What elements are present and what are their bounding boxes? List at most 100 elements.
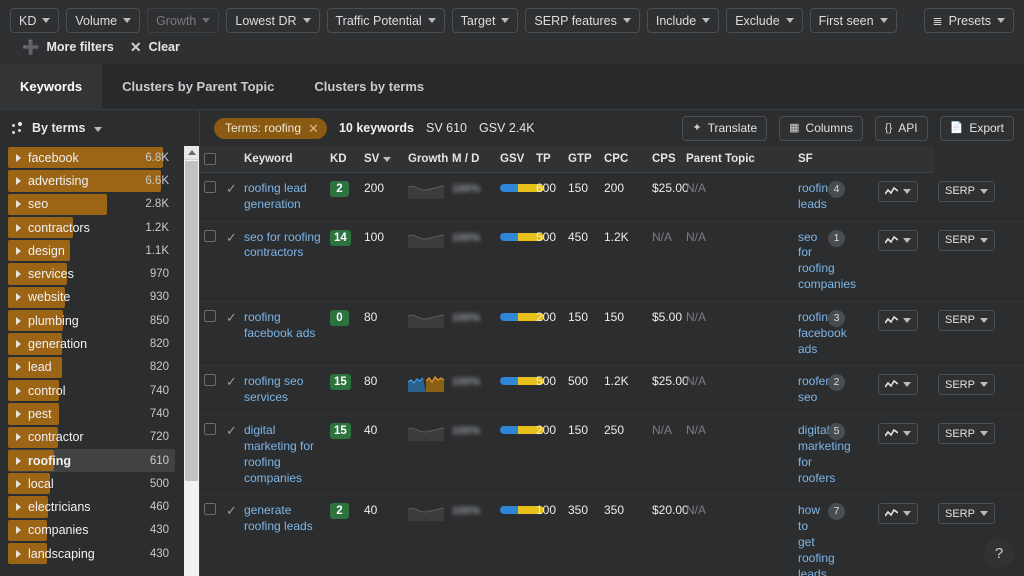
trend-button[interactable]: [878, 503, 918, 525]
tab-clusters-by-parent-topic[interactable]: Clusters by Parent Topic: [102, 64, 294, 109]
filter-button-first-seen[interactable]: First seen: [809, 8, 897, 33]
col-header-gsv[interactable]: GSV: [496, 146, 532, 173]
table-row[interactable]: ✓ roofing seo services 15 80 100% 500 500 1.2K $…: [200, 365, 1024, 416]
col-header-gtp[interactable]: GTP: [564, 146, 600, 173]
trend-button[interactable]: [878, 309, 918, 331]
col-header-sv[interactable]: SV: [360, 146, 404, 173]
serp-button[interactable]: SERP: [938, 374, 995, 396]
filter-button-serp-features[interactable]: SERP features: [525, 8, 640, 33]
serp-button[interactable]: SERP: [938, 309, 995, 331]
keyword-link[interactable]: generate roofing leads: [244, 503, 313, 533]
export-button[interactable]: 📄 Export: [939, 115, 1014, 141]
row-checkbox[interactable]: [204, 423, 216, 436]
trend-button[interactable]: [878, 229, 918, 251]
serp-button[interactable]: SERP: [938, 180, 995, 202]
keyword-link[interactable]: roofing facebook ads: [244, 310, 315, 340]
filter-button-include[interactable]: Include: [646, 8, 720, 33]
col-header-cps[interactable]: CPS: [648, 146, 682, 173]
expand-arrow-icon[interactable]: [16, 386, 21, 395]
sidebar-term-facebook[interactable]: facebook 6.8K: [0, 146, 199, 169]
clear-filters-button[interactable]: ✕ Clear: [130, 40, 180, 54]
term-filter-pill[interactable]: Terms: roofing ✕: [214, 117, 327, 139]
filter-button-lowest-dr[interactable]: Lowest DR: [226, 8, 320, 33]
sidebar-term-website[interactable]: website 930: [0, 286, 199, 309]
expand-arrow-icon[interactable]: [16, 503, 21, 512]
sidebar-scrollbar[interactable]: [184, 146, 199, 576]
remove-term-icon[interactable]: ✕: [308, 122, 319, 135]
row-checkbox[interactable]: [204, 181, 216, 193]
sidebar-term-pest[interactable]: pest 740: [0, 402, 199, 425]
trend-button[interactable]: [878, 374, 918, 396]
expand-arrow-icon[interactable]: [16, 316, 21, 325]
table-row[interactable]: ✓ roofing lead generation 2 200 100% 600 150 20…: [200, 172, 1024, 222]
expand-arrow-icon[interactable]: [16, 153, 21, 162]
expand-arrow-icon[interactable]: [16, 270, 21, 279]
scrollbar-thumb[interactable]: [185, 161, 198, 481]
sidebar-term-electricians[interactable]: electricians 460: [0, 495, 199, 518]
serp-button[interactable]: SERP: [938, 503, 995, 525]
tab-clusters-by-terms[interactable]: Clusters by terms: [294, 64, 444, 109]
col-header-keyword[interactable]: Keyword: [240, 146, 326, 173]
table-row[interactable]: ✓ digital marketing for roofing companies…: [200, 414, 1024, 496]
row-checkbox[interactable]: [204, 229, 216, 242]
filter-button-kd[interactable]: KD: [10, 8, 60, 33]
keyword-link[interactable]: roofing lead generation: [244, 181, 307, 211]
trend-button[interactable]: [878, 423, 918, 445]
select-all-checkbox[interactable]: [204, 153, 216, 165]
expand-arrow-icon[interactable]: [16, 549, 21, 558]
keyword-link[interactable]: digital marketing for roofing companies: [244, 423, 314, 484]
sidebar-term-landscaping[interactable]: landscaping 430: [0, 542, 199, 565]
filter-button-exclude[interactable]: Exclude: [726, 8, 803, 33]
trend-button[interactable]: [878, 181, 918, 202]
row-checkbox[interactable]: [204, 309, 216, 322]
expand-arrow-icon[interactable]: [16, 433, 21, 442]
col-header-tp[interactable]: TP: [532, 146, 564, 173]
api-button[interactable]: {} API: [874, 115, 928, 141]
sidebar-term-advertising[interactable]: advertising 6.6K: [0, 169, 199, 192]
col-header-m-d[interactable]: M / D: [448, 146, 496, 173]
table-row[interactable]: ✓ generate roofing leads 2 40 100% 100 350 350 $…: [200, 494, 1024, 576]
col-header-parent-topic[interactable]: Parent Topic: [682, 146, 794, 173]
filter-button-traffic-potential[interactable]: Traffic Potential: [326, 8, 445, 33]
col-header-sf[interactable]: SF: [794, 146, 824, 173]
expand-arrow-icon[interactable]: [16, 293, 21, 302]
sidebar-term-generation[interactable]: generation 820: [0, 332, 199, 355]
serp-button[interactable]: SERP: [938, 423, 995, 445]
sidebar-term-control[interactable]: control 740: [0, 379, 199, 402]
sidebar-term-plumbing[interactable]: plumbing 850: [0, 309, 199, 332]
expand-arrow-icon[interactable]: [16, 526, 21, 535]
serp-button[interactable]: SERP: [938, 229, 995, 251]
tab-keywords[interactable]: Keywords: [0, 64, 103, 109]
sidebar-term-seo[interactable]: seo 2.8K: [0, 193, 199, 216]
sidebar-term-local[interactable]: local 500: [0, 472, 199, 495]
col-header-kd[interactable]: KD: [326, 146, 360, 173]
col-header-cpc[interactable]: CPC: [600, 146, 648, 173]
expand-arrow-icon[interactable]: [16, 456, 21, 465]
expand-arrow-icon[interactable]: [16, 223, 21, 232]
help-button[interactable]: ?: [984, 538, 1014, 568]
expand-arrow-icon[interactable]: [16, 246, 21, 255]
row-checkbox[interactable]: [204, 503, 216, 516]
sidebar-term-services[interactable]: services 970: [0, 262, 199, 285]
translate-button[interactable]: ✦ Translate: [682, 115, 768, 141]
expand-arrow-icon[interactable]: [16, 340, 21, 349]
sidebar-term-lead[interactable]: lead 820: [0, 356, 199, 379]
expand-arrow-icon[interactable]: [16, 409, 21, 418]
filter-button-volume[interactable]: Volume: [66, 8, 141, 33]
keyword-link[interactable]: seo for roofing contractors: [244, 230, 321, 260]
filter-button-target[interactable]: Target: [451, 8, 519, 33]
row-checkbox[interactable]: [204, 374, 216, 387]
expand-arrow-icon[interactable]: [16, 200, 21, 209]
sidebar-term-companies[interactable]: companies 430: [0, 519, 199, 542]
sidebar-term-roofing[interactable]: roofing 610: [0, 448, 199, 473]
expand-arrow-icon[interactable]: [16, 479, 21, 488]
sidebar-term-contractors[interactable]: contractors 1.2K: [0, 216, 199, 239]
presets-button[interactable]: ≣ Presets: [923, 8, 1014, 33]
table-row[interactable]: ✓ roofing facebook ads 0 80 100% 200 150 150 $5.…: [200, 301, 1024, 367]
table-row[interactable]: ✓ seo for roofing contractors 14 100 100% 500…: [200, 221, 1024, 302]
col-header-growth[interactable]: Growth: [404, 146, 448, 173]
group-by-dropdown[interactable]: By terms: [32, 121, 102, 135]
more-filters-button[interactable]: ➕ More filters: [22, 40, 114, 54]
scroll-up-button[interactable]: [184, 146, 199, 160]
sidebar-term-contractor[interactable]: contractor 720: [0, 426, 199, 449]
